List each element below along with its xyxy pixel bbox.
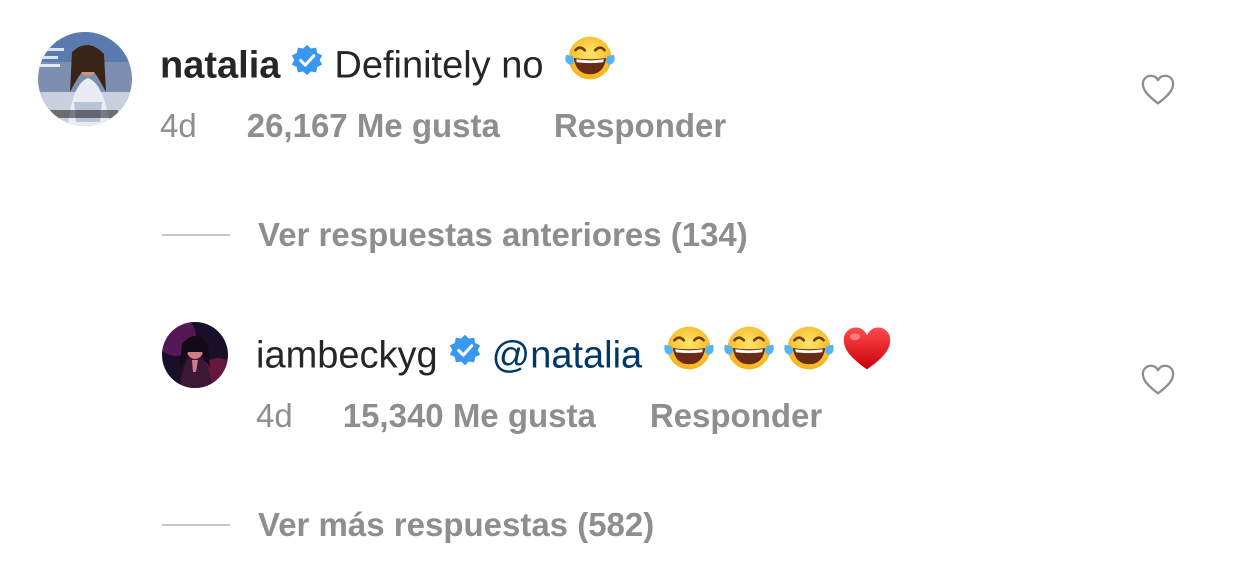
comment-1-text: Definitely no xyxy=(334,44,544,87)
avatar-iambeckyg[interactable] xyxy=(162,322,228,388)
comment-line-2: iambeckyg @natalia xyxy=(256,324,893,391)
comment-1-meta: 4d 26,167 Me gusta Responder xyxy=(160,106,726,146)
replies-toggle-previous[interactable]: Ver respuestas anteriores (134) xyxy=(162,216,748,254)
verified-badge-icon xyxy=(290,42,324,88)
comment-2-mention[interactable]: @natalia xyxy=(492,335,643,377)
avatar-natalia[interactable] xyxy=(38,32,132,126)
view-previous-replies-button[interactable]: Ver respuestas anteriores (134) xyxy=(258,216,748,254)
comment-2-likes[interactable]: 15,340 Me gusta xyxy=(343,397,596,434)
comment-1-username[interactable]: natalia xyxy=(160,45,280,87)
red-heart-icon xyxy=(841,324,893,383)
divider-line xyxy=(162,524,230,526)
comment-2-reply-button[interactable]: Responder xyxy=(650,397,822,434)
divider-line xyxy=(162,234,230,236)
comment-1-time[interactable]: 4d xyxy=(160,107,197,144)
replies-toggle-more[interactable]: Ver más respuestas (582) xyxy=(162,506,654,544)
like-comment-2-heart-icon[interactable] xyxy=(1140,364,1176,396)
verified-badge-icon xyxy=(448,332,482,378)
face-with-tears-of-joy-icon xyxy=(783,324,835,383)
comment-1-reply-button[interactable]: Responder xyxy=(554,107,726,144)
avatar-iambeckyg-image xyxy=(162,322,228,388)
comment-1-likes[interactable]: 26,167 Me gusta xyxy=(247,107,500,144)
avatar-natalia-image xyxy=(38,32,132,126)
like-comment-1-heart-icon[interactable] xyxy=(1140,74,1176,106)
comment-2-time[interactable]: 4d xyxy=(256,397,293,434)
comment-line-1: natalia Definitely no xyxy=(160,34,616,101)
face-with-tears-of-joy-icon xyxy=(564,34,616,93)
view-more-replies-button[interactable]: Ver más respuestas (582) xyxy=(258,506,654,544)
comment-2-username[interactable]: iambeckyg xyxy=(256,335,438,377)
face-with-tears-of-joy-icon xyxy=(723,324,775,383)
face-with-tears-of-joy-icon xyxy=(663,324,715,383)
comment-2-meta: 4d 15,340 Me gusta Responder xyxy=(256,396,822,436)
